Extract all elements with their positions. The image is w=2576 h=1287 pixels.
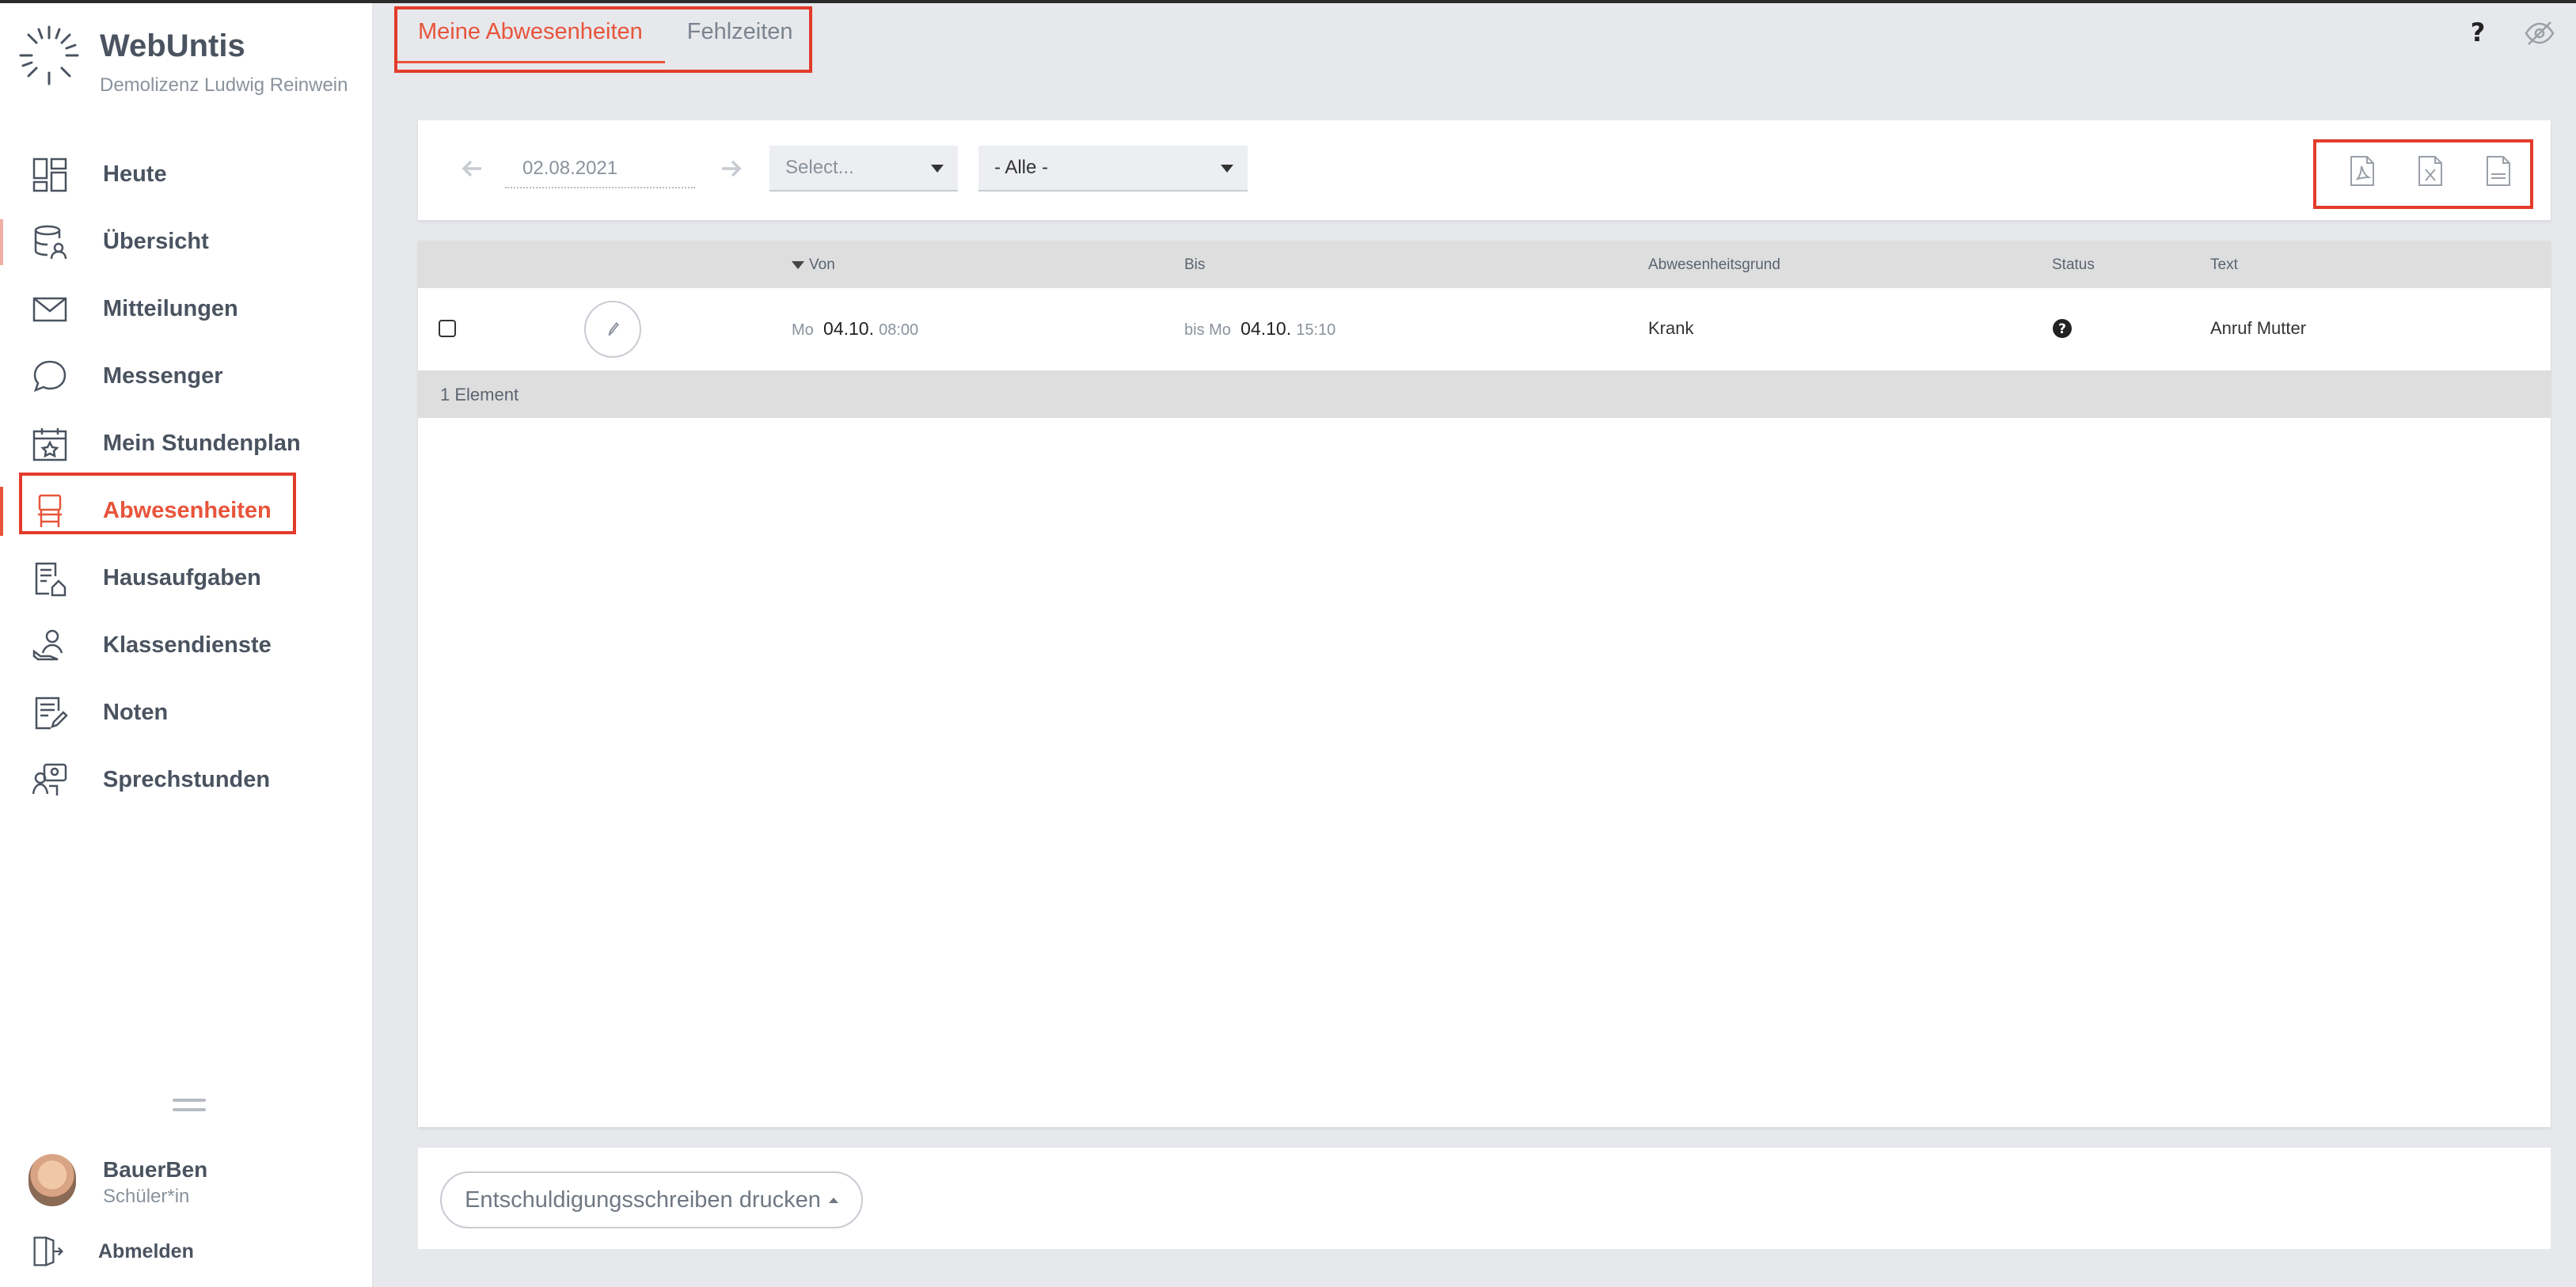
sidebar-item-klassendienste[interactable]: Klassendienste xyxy=(0,612,372,679)
visibility-toggle-icon[interactable] xyxy=(2524,19,2555,47)
student-select-value: Select... xyxy=(785,157,854,178)
cell-abwesenheitsgrund: Krank xyxy=(1648,318,1694,338)
logout-button[interactable]: Abmelden xyxy=(32,1233,364,1270)
tab-fehlzeiten[interactable]: Fehlzeiten xyxy=(665,8,815,63)
caret-up-icon xyxy=(828,1197,838,1203)
grades-icon xyxy=(35,697,68,729)
table-header: Von Bis Abwesenheitsgrund Status Text xyxy=(418,241,2551,288)
sidebar-item-hausaufgaben[interactable]: Hausaufgaben xyxy=(0,545,372,612)
svg-text:?: ? xyxy=(2471,17,2486,46)
calendar-star-icon xyxy=(32,427,67,461)
sidebar-item-abwesenheiten[interactable]: Abwesenheiten xyxy=(0,477,372,545)
user-profile[interactable]: BauerBen Schüler*in xyxy=(28,1154,361,1209)
main-nav: Heute Übersicht Mitteilungen Messenger M… xyxy=(0,141,372,814)
page-tabs: Meine Abwesenheiten Fehlzeiten xyxy=(396,8,815,70)
logout-label: Abmelden xyxy=(98,1240,194,1262)
print-excuse-label: Entschuldigungsschreiben drucken xyxy=(465,1186,821,1213)
dashboard-icon xyxy=(32,158,67,192)
avatar xyxy=(28,1154,76,1206)
database-user-icon xyxy=(34,225,67,259)
consultation-icon xyxy=(32,763,67,795)
pdf-export-icon[interactable] xyxy=(2350,155,2375,187)
status-select[interactable]: - Alle - xyxy=(978,146,1248,192)
student-select[interactable]: Select... xyxy=(769,146,958,192)
envelope-icon xyxy=(32,297,67,321)
chair-icon xyxy=(38,494,62,527)
sidebar-item-uebersicht[interactable]: Übersicht xyxy=(0,208,372,275)
sidebar-item-label: Übersicht xyxy=(103,229,209,254)
chat-bubble-icon xyxy=(33,360,66,392)
next-date-arrow-icon[interactable] xyxy=(717,155,744,182)
excel-export-icon[interactable] xyxy=(2418,155,2443,187)
window-top-border xyxy=(0,0,2576,3)
status-select-value: - Alle - xyxy=(994,157,1049,178)
sidebar-item-label: Mein Stundenplan xyxy=(103,431,301,456)
sidebar-item-mitteilungen[interactable]: Mitteilungen xyxy=(0,275,372,343)
column-header-status[interactable]: Status xyxy=(2052,256,2095,274)
edit-row-button[interactable] xyxy=(584,301,641,358)
date-input[interactable] xyxy=(505,150,695,188)
chevron-down-icon xyxy=(931,165,944,173)
sidebar: WebUntis Demolizenz Ludwig Reinwein Heut… xyxy=(0,3,374,1287)
help-icon[interactable]: ? xyxy=(2464,17,2492,46)
sidebar-item-label: Heute xyxy=(103,161,167,187)
sidebar-item-heute[interactable]: Heute xyxy=(0,141,372,208)
sidebar-item-label: Sprechstunden xyxy=(103,767,271,792)
export-toolbar xyxy=(2316,141,2530,201)
row-select-checkbox[interactable] xyxy=(439,320,456,337)
question-circle-icon: ? xyxy=(2053,319,2072,338)
user-name: BauerBen xyxy=(103,1157,208,1182)
brand-name: WebUntis xyxy=(100,28,245,63)
column-header-text[interactable]: Text xyxy=(2210,256,2238,274)
cell-von: Mo 04.10. 08:00 xyxy=(792,318,919,339)
sidebar-item-noten[interactable]: Noten xyxy=(0,679,372,746)
svg-text:?: ? xyxy=(2058,321,2066,337)
sort-desc-icon xyxy=(792,260,804,269)
filter-bar: Select... - Alle - xyxy=(418,120,2551,220)
sidebar-item-label: Mitteilungen xyxy=(103,296,238,321)
sidebar-item-label: Noten xyxy=(103,700,169,725)
class-duty-icon xyxy=(32,629,63,660)
table-footer: 1 Element xyxy=(418,370,2551,418)
sidebar-item-label: Klassendienste xyxy=(103,632,272,658)
sidebar-item-sprechstunden[interactable]: Sprechstunden xyxy=(0,746,372,814)
column-header-abwesenheitsgrund[interactable]: Abwesenheitsgrund xyxy=(1648,256,1780,274)
absences-table: Von Bis Abwesenheitsgrund Status Text Mo… xyxy=(418,241,2551,1127)
sidebar-item-label: Hausaufgaben xyxy=(103,565,261,590)
table-row[interactable]: Mo 04.10. 08:00 bis Mo 04.10. 15:10 Kran… xyxy=(418,288,2551,370)
cell-text: Anruf Mutter xyxy=(2210,318,2307,338)
column-header-von[interactable]: Von xyxy=(792,256,835,274)
bottom-actions: Entschuldigungsschreiben drucken xyxy=(418,1148,2551,1249)
sidebar-collapse-handle[interactable] xyxy=(173,1099,206,1114)
csv-export-icon[interactable] xyxy=(2486,155,2511,187)
webuntis-logo-icon xyxy=(19,25,79,85)
prev-date-arrow-icon[interactable] xyxy=(459,155,486,182)
logout-icon xyxy=(33,1236,63,1267)
sidebar-item-label: Abwesenheiten xyxy=(103,498,272,523)
brand[interactable]: WebUntis Demolizenz Ludwig Reinwein xyxy=(17,24,366,103)
cell-bis: bis Mo 04.10. 15:10 xyxy=(1184,318,1336,339)
chevron-down-icon xyxy=(1221,165,1233,173)
row-count: 1 Element xyxy=(440,385,519,404)
column-header-bis[interactable]: Bis xyxy=(1184,256,1205,274)
sidebar-item-messenger[interactable]: Messenger xyxy=(0,343,372,410)
sidebar-item-stundenplan[interactable]: Mein Stundenplan xyxy=(0,410,372,477)
homework-icon xyxy=(35,562,66,596)
print-excuse-button[interactable]: Entschuldigungsschreiben drucken xyxy=(440,1171,863,1228)
brand-subtitle: Demolizenz Ludwig Reinwein xyxy=(100,74,348,96)
tab-meine-abwesenheiten[interactable]: Meine Abwesenheiten xyxy=(396,8,665,63)
sidebar-item-label: Messenger xyxy=(103,363,223,389)
pencil-icon xyxy=(608,322,619,336)
user-role: Schüler*in xyxy=(103,1186,190,1207)
